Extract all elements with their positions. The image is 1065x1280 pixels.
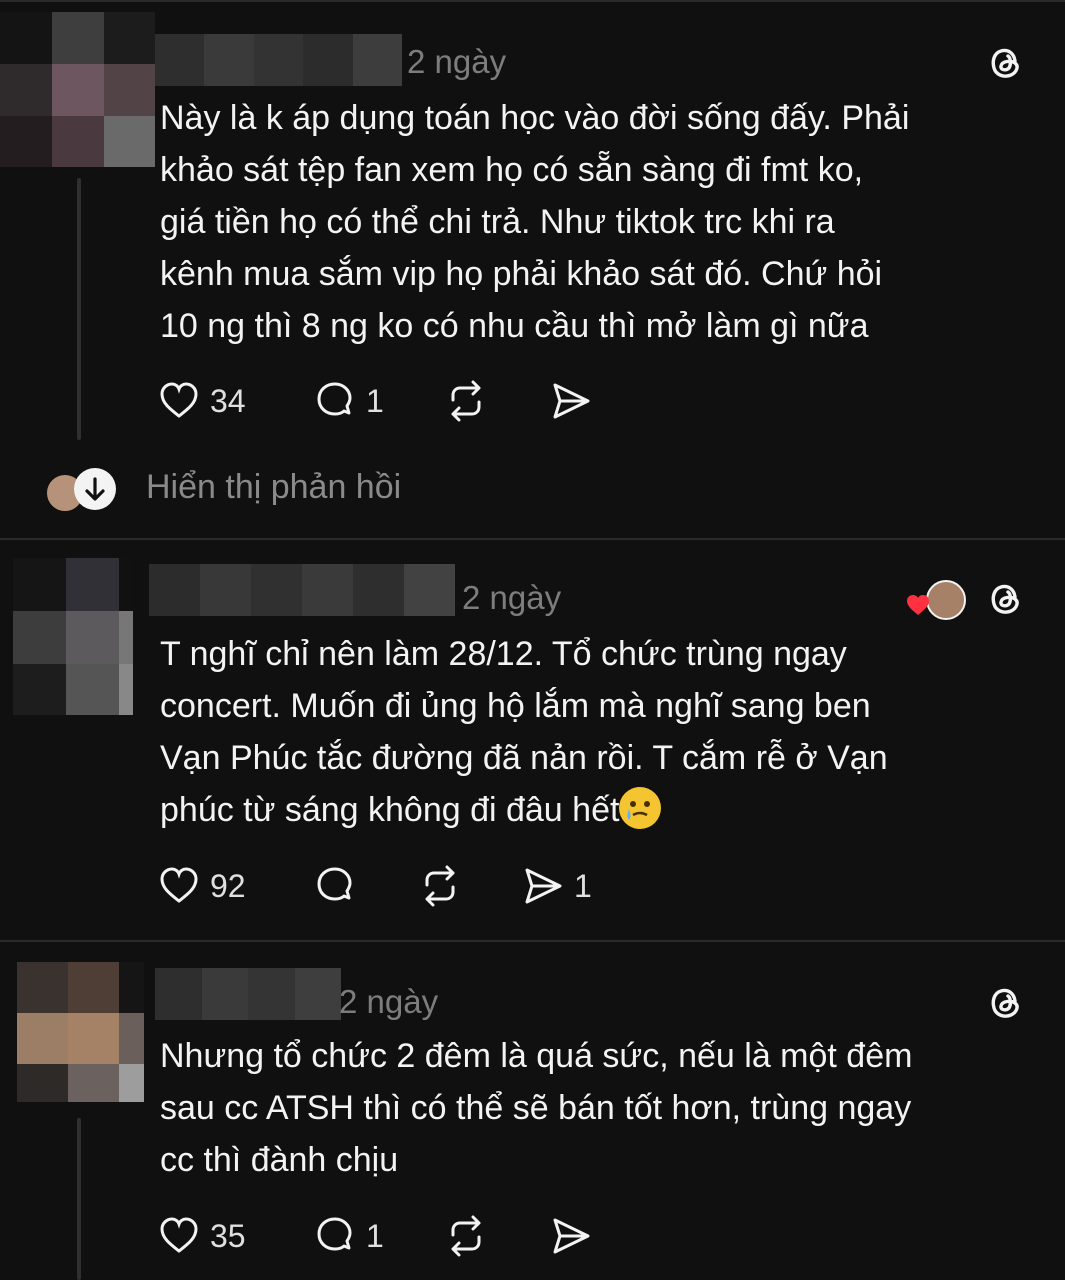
share-count: 1 [574, 867, 592, 904]
username-blurred[interactable] [149, 564, 455, 616]
author-liked-avatar [926, 580, 966, 620]
like-button[interactable]: 92 [158, 864, 246, 908]
share-icon [525, 868, 562, 904]
share-button[interactable] [550, 1214, 592, 1258]
divider [0, 538, 1065, 540]
heart-icon [160, 382, 198, 418]
repost-icon [425, 865, 455, 907]
like-button[interactable]: 34 [158, 379, 246, 423]
like-count: 35 [210, 1217, 246, 1254]
comment-icon [317, 382, 352, 416]
share-button[interactable] [550, 379, 592, 423]
threads-logo-icon[interactable] [986, 42, 1026, 82]
comment-text: T nghĩ chỉ nên làm 28/12. Tổ chức trùng … [160, 635, 888, 829]
heart-icon [160, 867, 198, 903]
comment-text: Nhưng tổ chức 2 đêm là quá sức, nếu là m… [160, 1037, 913, 1179]
threads-logo-icon[interactable] [986, 578, 1026, 618]
repost-icon [451, 1215, 481, 1257]
timestamp: 2 ngày [339, 983, 439, 1020]
avatar[interactable] [17, 962, 144, 1102]
reply-button[interactable] [314, 864, 356, 908]
repost-button[interactable] [445, 379, 487, 423]
username-blurred[interactable] [155, 34, 403, 86]
face-holding-back-tears-emoji [619, 787, 662, 829]
reply-count: 1 [366, 1217, 384, 1254]
username-blurred[interactable] [155, 968, 341, 1020]
reply-button[interactable]: 1 [314, 379, 384, 423]
avatar[interactable] [13, 558, 133, 715]
avatar[interactable] [0, 12, 155, 167]
threads-logo-icon[interactable] [986, 982, 1026, 1022]
comment-icon [317, 1217, 352, 1251]
comment-text: Này là k áp dụng toán học vào đời sống đ… [160, 99, 910, 345]
divider [0, 940, 1065, 942]
like-count: 92 [210, 867, 246, 904]
red-heart-icon [906, 594, 930, 616]
repost-button[interactable] [419, 864, 461, 908]
repost-icon [451, 380, 481, 422]
timestamp: 2 ngày [407, 43, 507, 80]
heart-icon [160, 1217, 198, 1253]
timestamp: 2 ngày [462, 579, 562, 616]
like-button[interactable]: 35 [158, 1214, 246, 1258]
comment-icon [317, 867, 352, 901]
arrow-down-icon [74, 468, 116, 510]
share-icon [553, 383, 590, 419]
share-icon [553, 1218, 590, 1254]
like-count: 34 [210, 382, 246, 419]
show-replies-label[interactable]: Hiển thị phản hồi [146, 468, 401, 507]
reply-button[interactable]: 1 [314, 1214, 384, 1258]
thread-line [77, 1118, 81, 1280]
top-divider [0, 0, 1065, 2]
reply-count: 1 [366, 382, 384, 419]
thread-line [77, 178, 81, 440]
repost-button[interactable] [445, 1214, 487, 1258]
share-button[interactable]: 1 [522, 864, 592, 908]
